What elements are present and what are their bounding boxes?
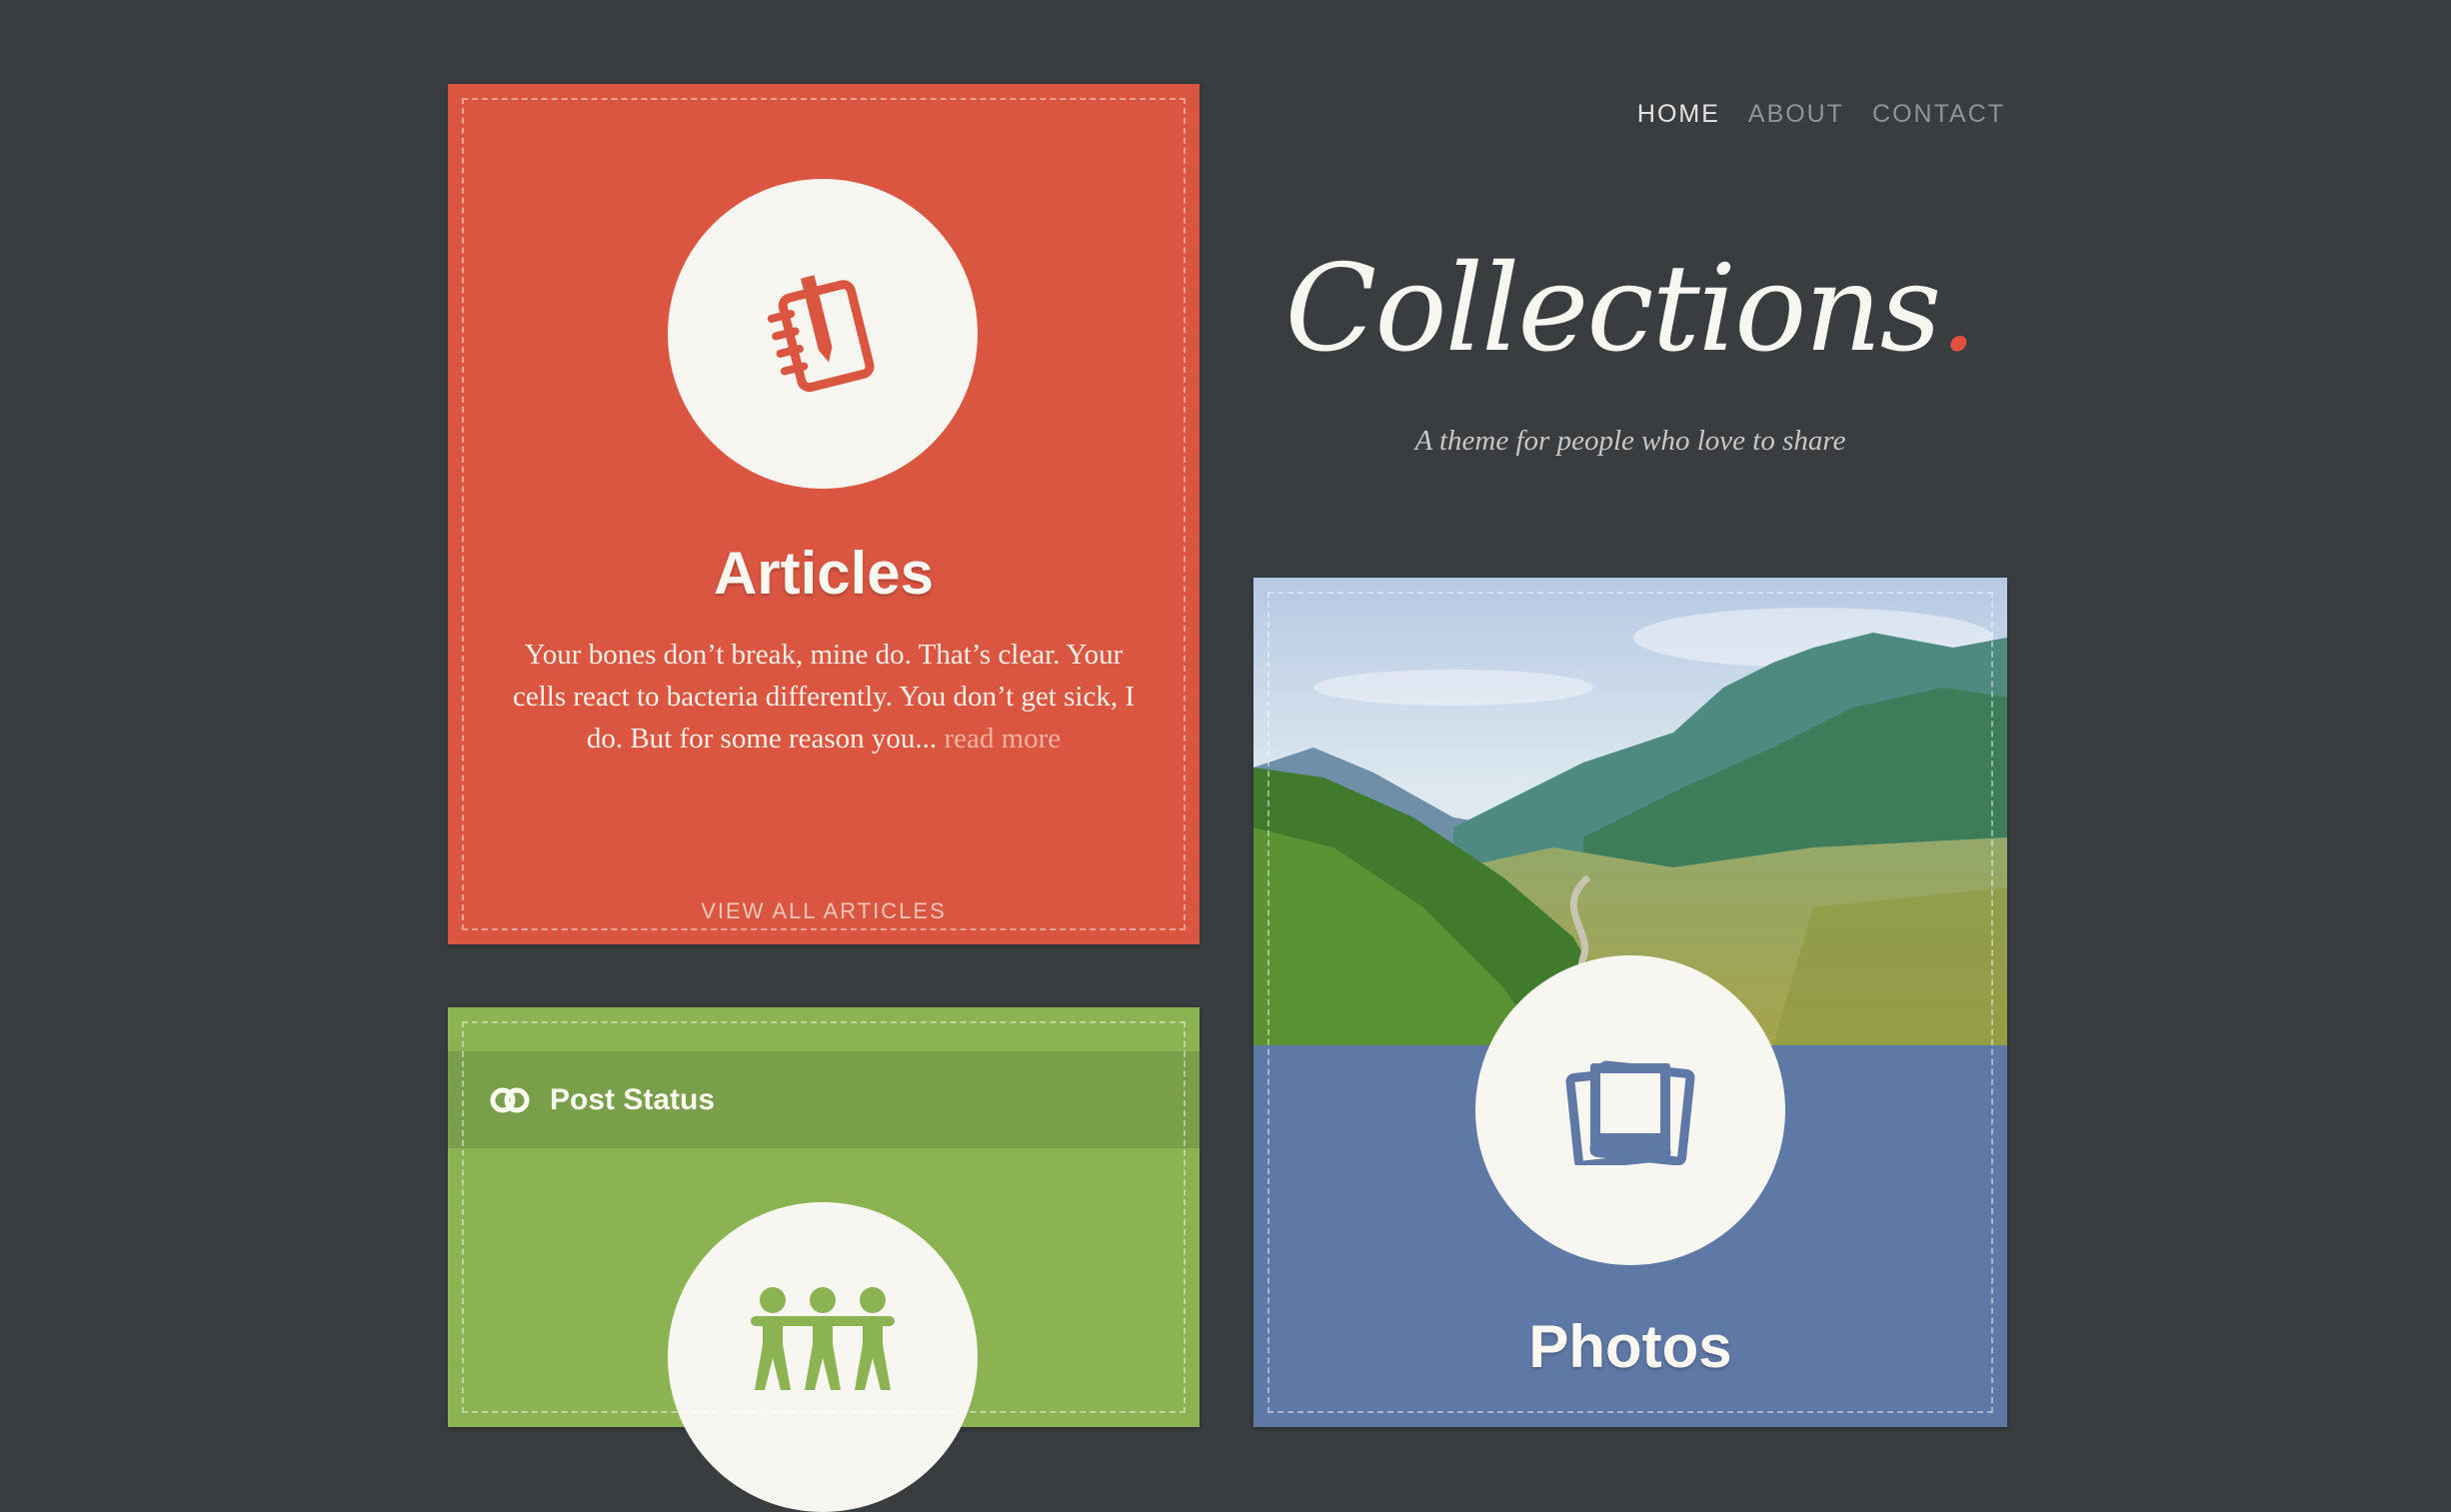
view-all-articles-link[interactable]: VIEW ALL ARTICLES xyxy=(448,898,1200,924)
photos-icon-circle[interactable] xyxy=(1475,955,1785,1265)
post-status-card: Post Status xyxy=(448,1007,1200,1512)
post-status-header: Post Status xyxy=(448,1051,1200,1148)
status-icon-circle[interactable] xyxy=(668,1202,978,1512)
nav-home-link[interactable]: HOME xyxy=(1637,100,1720,129)
site-title: Collections xyxy=(1284,240,1942,379)
site-tagline: A theme for people who love to share xyxy=(1414,425,1846,457)
paper-people-icon xyxy=(751,1287,895,1390)
notebook-pen-icon xyxy=(767,275,875,393)
read-more-link[interactable]: read more xyxy=(944,723,1061,755)
site-logo[interactable]: Collections. xyxy=(1249,240,2011,379)
post-status-label[interactable]: Post Status xyxy=(550,1083,715,1117)
article-excerpt: Your bones don’t break, mine do. That’s … xyxy=(498,634,1150,759)
linked-rings-icon xyxy=(490,1085,530,1115)
nav-about-link[interactable]: ABOUT xyxy=(1748,100,1844,129)
articles-title[interactable]: Articles xyxy=(448,539,1200,608)
main-nav: HOME ABOUT CONTACT xyxy=(1637,100,2005,129)
site-title-dot: . xyxy=(1939,240,1977,379)
photos-card: Photos xyxy=(1253,578,2007,1427)
articles-icon-circle[interactable] xyxy=(668,179,978,489)
nav-contact-link[interactable]: CONTACT xyxy=(1872,100,2005,129)
articles-card: Articles Your bones don’t break, mine do… xyxy=(448,84,1200,944)
photo-stack-icon xyxy=(1565,1060,1695,1165)
photos-title[interactable]: Photos xyxy=(1253,1312,2007,1381)
